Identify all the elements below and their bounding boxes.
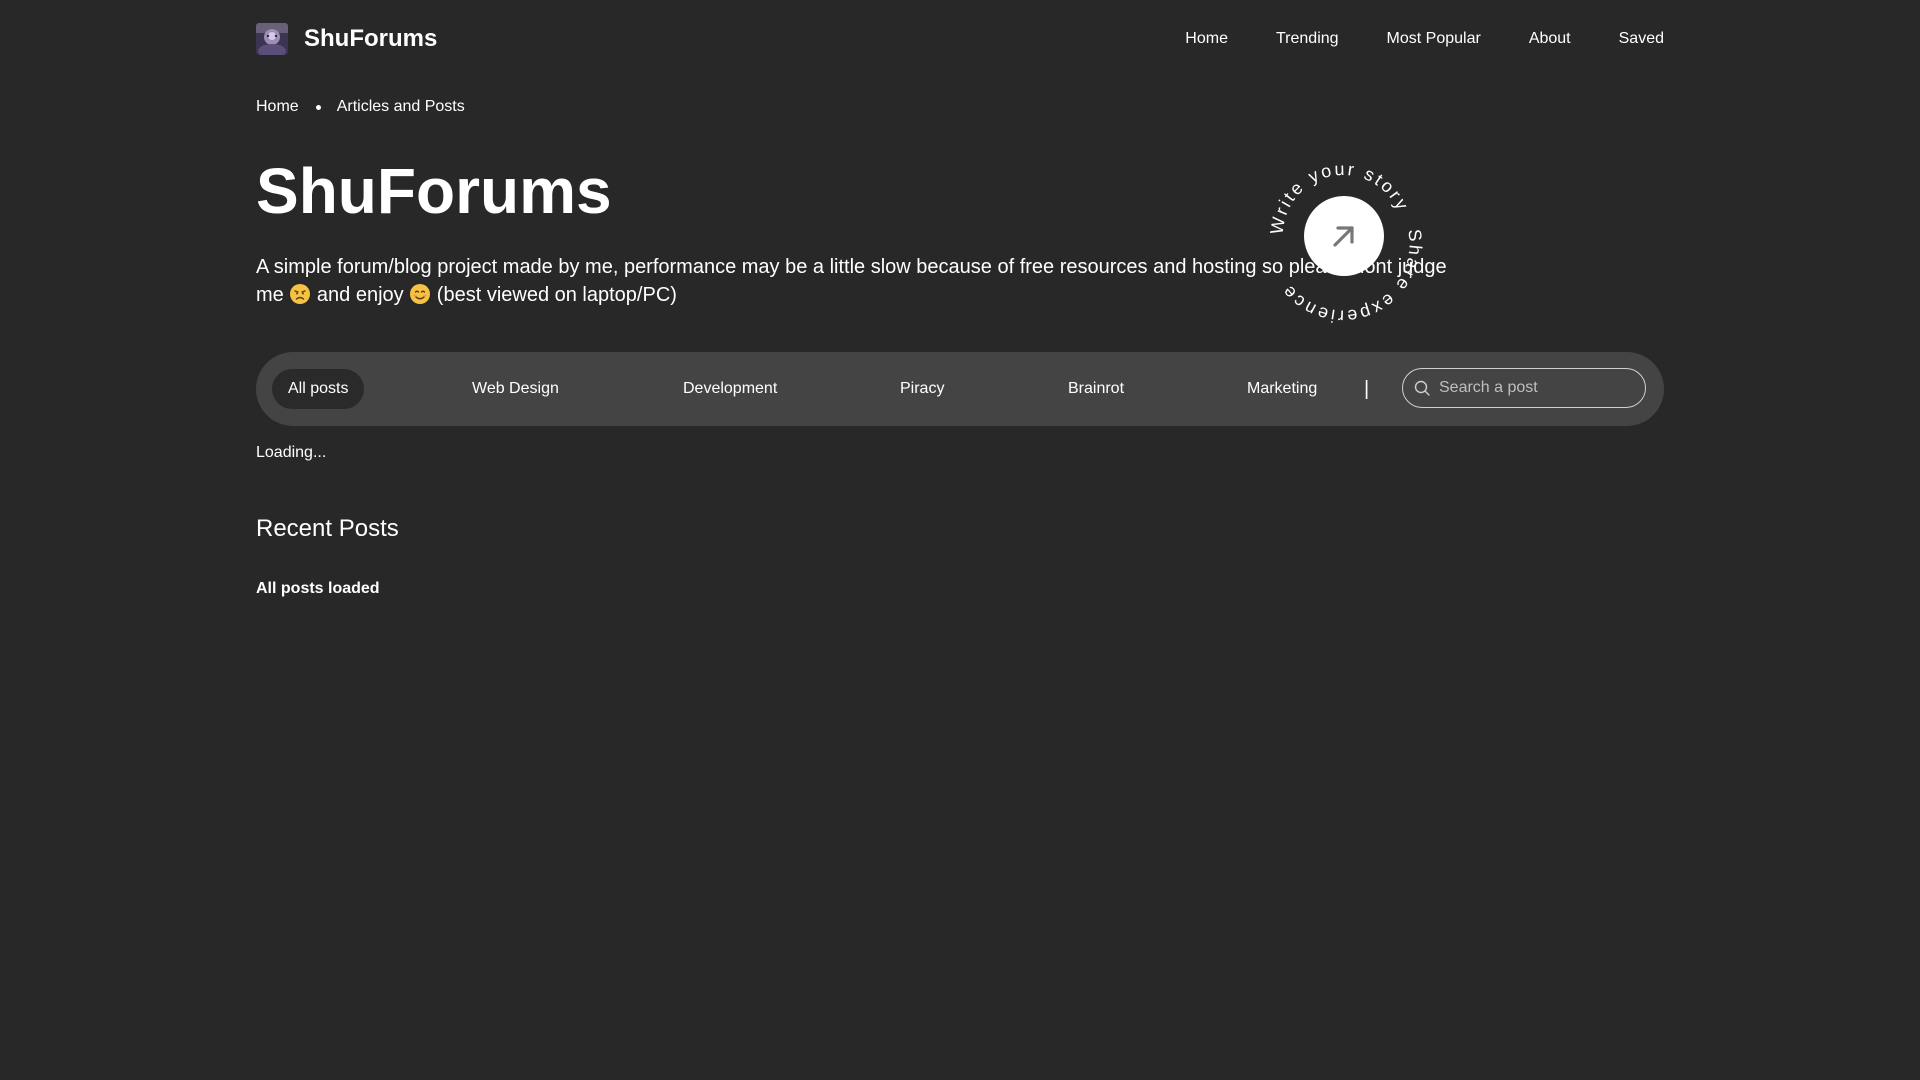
filter-web-design[interactable]: Web Design: [472, 369, 559, 409]
nav-saved[interactable]: Saved: [1619, 30, 1664, 48]
breadcrumb-home[interactable]: Home: [256, 98, 299, 116]
breadcrumb-separator: [315, 104, 321, 110]
filter-all-posts[interactable]: All posts: [272, 369, 365, 409]
loading-text: Loading...: [256, 444, 327, 461]
write-story-badge[interactable]: Write your story Share experience: [1248, 140, 1438, 330]
all-posts-loaded-text: All posts loaded: [256, 580, 380, 597]
smiling-face-icon: [409, 283, 431, 305]
brand-logo: [256, 23, 288, 55]
filter-development[interactable]: Development: [683, 369, 777, 409]
recent-posts-title: Recent Posts: [256, 515, 399, 542]
write-story-button[interactable]: [1304, 196, 1384, 276]
nav-trending[interactable]: Trending: [1276, 30, 1339, 48]
description-text-2: and enjoy: [316, 284, 404, 306]
arrow-up-right-icon: [1333, 226, 1354, 247]
page: ShuForums Home Trending Most Popular Abo…: [0, 0, 1920, 1080]
filter-piracy[interactable]: Piracy: [900, 369, 944, 409]
filter-marketing[interactable]: Marketing: [1247, 369, 1317, 409]
site-header: ShuForums Home Trending Most Popular Abo…: [256, 22, 1664, 56]
nav-about[interactable]: About: [1529, 30, 1571, 48]
nav-home[interactable]: Home: [1185, 30, 1228, 48]
brand-link[interactable]: ShuForums: [256, 23, 437, 55]
filter-divider: |: [1364, 378, 1370, 400]
breadcrumb: Home Articles and Posts: [256, 98, 465, 116]
search-input[interactable]: [1439, 379, 1629, 397]
search-box[interactable]: [1402, 368, 1646, 408]
description-text-3: (best viewed on laptop/PC): [436, 284, 677, 306]
nav-most-popular[interactable]: Most Popular: [1387, 30, 1481, 48]
main-nav: Home Trending Most Popular About Saved: [1185, 30, 1664, 48]
filter-brainrot[interactable]: Brainrot: [1068, 369, 1124, 409]
breadcrumb-current: Articles and Posts: [336, 98, 465, 115]
disappointed-face-icon: [289, 283, 311, 305]
page-title: ShuForums: [256, 155, 612, 227]
search-icon: [1414, 380, 1430, 396]
category-filter-bar: All posts Web Design Development Piracy …: [256, 352, 1664, 426]
brand-name: ShuForums: [304, 25, 438, 52]
